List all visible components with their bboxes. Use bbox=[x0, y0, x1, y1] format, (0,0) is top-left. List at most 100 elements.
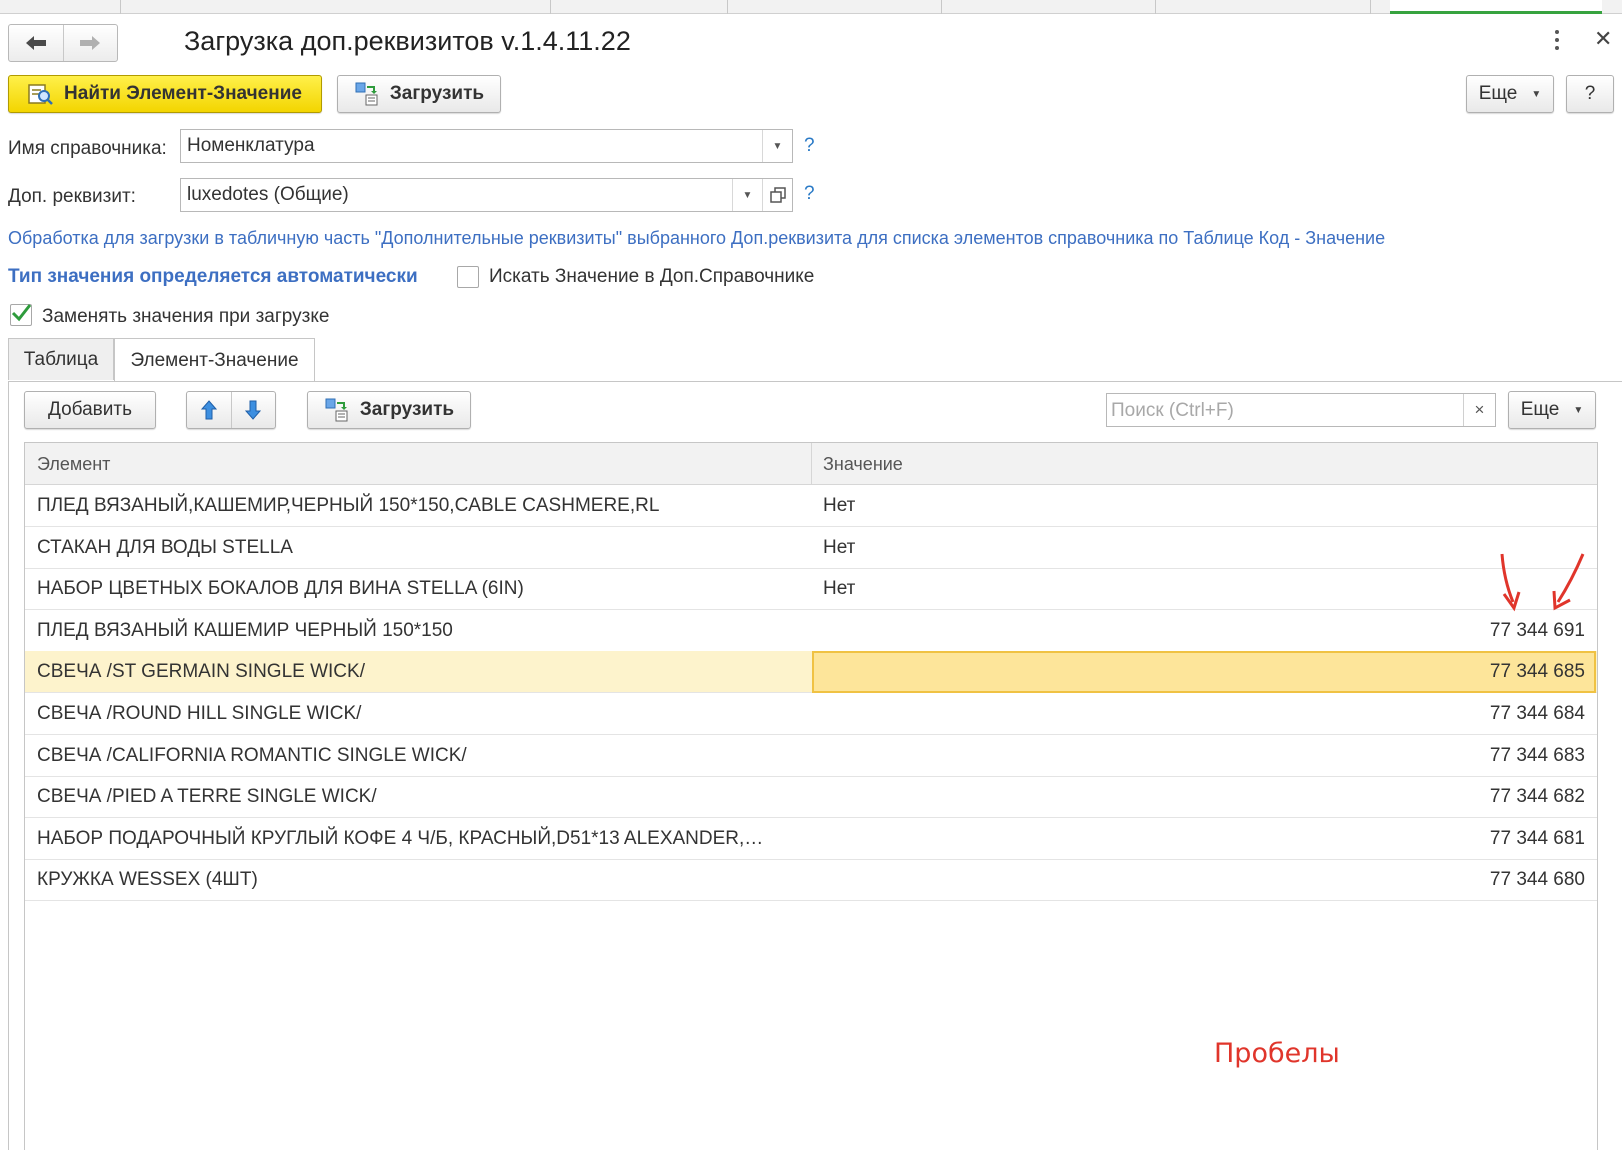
tab-separator bbox=[1155, 0, 1156, 14]
panel-more-label: Еще bbox=[1520, 399, 1560, 420]
catalog-field[interactable]: Номенклатура ▼ bbox=[180, 129, 793, 163]
kebab-menu-icon[interactable] bbox=[1552, 30, 1562, 54]
search-input[interactable]: Поиск (Ctrl+F) bbox=[1107, 394, 1463, 426]
cell-value[interactable]: 77 344 682 bbox=[823, 776, 1585, 818]
window-title: Загрузка доп.реквизитов v.1.4.11.22 bbox=[184, 26, 631, 56]
window-tab-strip bbox=[0, 0, 1622, 14]
help-label: ? bbox=[1584, 83, 1596, 104]
load-icon bbox=[325, 398, 348, 422]
cell-element[interactable]: СВЕЧА /CALIFORNIA ROMANTIC SINGLE WICK/ bbox=[37, 735, 807, 777]
annotation-note: Пробелы bbox=[1214, 1038, 1340, 1069]
cell-element[interactable]: НАБОР ПОДАРОЧНЫЙ КРУГЛЫЙ КОФЕ 4 Ч/Б, КРА… bbox=[37, 818, 807, 860]
annotation-arrow-icon bbox=[1552, 553, 1585, 611]
panel-load-button[interactable]: Загрузить bbox=[307, 391, 471, 429]
cell-element[interactable]: СТАКАН ДЛЯ ВОДЫ STELLA bbox=[37, 527, 807, 569]
history-nav bbox=[8, 24, 118, 62]
add-button[interactable]: Добавить bbox=[24, 391, 156, 429]
attr-help-link[interactable]: ? bbox=[804, 183, 815, 205]
catalog-value[interactable]: Номенклатура bbox=[181, 130, 762, 162]
tab-table[interactable]: Таблица bbox=[8, 338, 114, 380]
close-icon[interactable]: ✕ bbox=[1594, 26, 1612, 52]
window-tab-active[interactable] bbox=[1390, 0, 1602, 14]
catalog-help-link[interactable]: ? bbox=[804, 135, 815, 157]
cell-element[interactable]: СВЕЧА /PIED A TERRE SINGLE WICK/ bbox=[37, 776, 807, 818]
tab-separator bbox=[120, 0, 121, 14]
help-button[interactable]: ? bbox=[1566, 75, 1614, 113]
cell-value[interactable]: 77 344 681 bbox=[823, 818, 1585, 860]
cell-element[interactable]: ПЛЕД ВЯЗАНЫЙ КАШЕМИР ЧЕРНЫЙ 150*150 bbox=[37, 610, 807, 652]
tab-separator bbox=[727, 0, 728, 14]
load-label: Загрузить bbox=[389, 83, 485, 104]
add-label: Добавить bbox=[48, 399, 132, 420]
search-field[interactable]: Поиск (Ctrl+F) × bbox=[1106, 393, 1496, 427]
chevron-down-icon: ▼ bbox=[1573, 404, 1584, 416]
search-in-catalog-label: Искать Значение в Доп.Справочнике bbox=[489, 266, 815, 287]
annotation-arrows bbox=[1500, 553, 1585, 612]
move-up-button[interactable] bbox=[187, 392, 231, 428]
search-in-catalog-checkbox[interactable] bbox=[457, 266, 479, 288]
table-row[interactable]: СВЕЧА /CALIFORNIA ROMANTIC SINGLE WICK/7… bbox=[25, 735, 1597, 777]
annotation-arrow-icon bbox=[1500, 553, 1521, 612]
load-button[interactable]: Загрузить bbox=[337, 75, 501, 113]
cell-value[interactable]: Нет bbox=[823, 568, 1583, 610]
arrow-right-icon bbox=[80, 36, 101, 50]
load-icon bbox=[355, 82, 378, 106]
cell-element[interactable]: ПЛЕД ВЯЗАНЫЙ,КАШЕМИР,ЧЕРНЫЙ 150*150,CABL… bbox=[37, 485, 807, 527]
chevron-down-icon[interactable]: ▼ bbox=[762, 130, 792, 162]
cell-element[interactable]: СВЕЧА /ROUND HILL SINGLE WICK/ bbox=[37, 693, 807, 735]
column-header-element[interactable]: Элемент bbox=[25, 443, 110, 485]
cell-value[interactable]: 77 344 691 bbox=[823, 610, 1585, 652]
table-row[interactable]: СТАКАН ДЛЯ ВОДЫ STELLA Нет bbox=[25, 527, 1597, 569]
tab-element-value[interactable]: Элемент-Значение bbox=[114, 338, 315, 382]
tab-separator bbox=[941, 0, 942, 14]
open-icon[interactable] bbox=[762, 179, 792, 211]
find-element-value-button[interactable]: Найти Элемент-Значение bbox=[8, 75, 322, 113]
cell-value[interactable]: Нет bbox=[823, 527, 1583, 569]
cell-value[interactable]: 77 344 684 bbox=[823, 693, 1585, 735]
find-icon bbox=[28, 84, 53, 105]
tab-separator bbox=[1370, 0, 1371, 14]
cell-element[interactable]: КРУЖКА WESSEX (4ШТ) bbox=[37, 859, 807, 901]
replace-values-label: Заменять значения при загрузке bbox=[42, 306, 330, 327]
checkmark-icon bbox=[11, 304, 32, 322]
table-row[interactable]: ПЛЕД ВЯЗАНЫЙ,КАШЕМИР,ЧЕРНЫЙ 150*150,CABL… bbox=[25, 485, 1597, 527]
table-header: Элемент Значение bbox=[25, 443, 1597, 485]
attr-label: Доп. реквизит: bbox=[8, 186, 136, 207]
move-buttons bbox=[186, 391, 276, 429]
table-row[interactable]: ПЛЕД ВЯЗАНЫЙ КАШЕМИР ЧЕРНЫЙ 150*150 77 34… bbox=[25, 610, 1597, 652]
arrow-left-icon bbox=[25, 36, 46, 50]
table-row[interactable]: НАБОР ЦВЕТНЫХ БОКАЛОВ ДЛЯ ВИНА STELLA (6… bbox=[25, 568, 1597, 611]
panel-load-label: Загрузить bbox=[359, 399, 455, 420]
catalog-label: Имя справочника: bbox=[8, 138, 167, 159]
find-element-value-label: Найти Элемент-Значение bbox=[64, 83, 302, 104]
attr-value[interactable]: luxedotes (Общие) bbox=[181, 179, 732, 211]
more-button[interactable]: Еще ▼ bbox=[1466, 75, 1554, 113]
cell-value[interactable]: 77 344 680 bbox=[823, 859, 1585, 901]
cell-value[interactable]: 77 344 685 bbox=[823, 651, 1585, 693]
column-header-value[interactable]: Значение bbox=[811, 443, 903, 485]
move-down-button[interactable] bbox=[230, 392, 276, 428]
table-row[interactable]: СВЕЧА /ST GERMAIN SINGLE WICK/77 344 685 bbox=[25, 651, 1597, 694]
arrow-down-icon bbox=[245, 400, 262, 420]
cell-value[interactable]: Нет bbox=[823, 485, 1583, 527]
clear-icon[interactable]: × bbox=[1463, 394, 1495, 426]
attr-field[interactable]: luxedotes (Общие) ▼ bbox=[180, 178, 793, 212]
chevron-down-icon: ▼ bbox=[1531, 88, 1542, 100]
forward-button[interactable] bbox=[62, 25, 118, 61]
table-row[interactable]: СВЕЧА /ROUND HILL SINGLE WICK/77 344 684 bbox=[25, 693, 1597, 735]
panel-more-button[interactable]: Еще ▼ bbox=[1508, 391, 1596, 429]
cell-element[interactable]: СВЕЧА /ST GERMAIN SINGLE WICK/ bbox=[37, 651, 807, 693]
table-row[interactable]: КРУЖКА WESSEX (4ШТ) 77 344 680 bbox=[25, 859, 1597, 902]
chevron-down-icon[interactable]: ▼ bbox=[732, 179, 762, 211]
arrow-up-icon bbox=[200, 400, 217, 420]
back-button[interactable] bbox=[9, 25, 63, 61]
cell-element[interactable]: НАБОР ЦВЕТНЫХ БОКАЛОВ ДЛЯ ВИНА STELLA (6… bbox=[37, 568, 807, 610]
info-text: Обработка для загрузки в табличную часть… bbox=[8, 228, 1386, 248]
cell-value[interactable]: 77 344 683 bbox=[823, 735, 1585, 777]
more-label: Еще bbox=[1478, 83, 1518, 104]
auto-type-text: Тип значения определяется автоматически bbox=[8, 266, 418, 287]
table-row[interactable]: НАБОР ПОДАРОЧНЫЙ КРУГЛЫЙ КОФЕ 4 Ч/Б, КРА… bbox=[25, 818, 1597, 860]
table-row[interactable]: СВЕЧА /PIED A TERRE SINGLE WICK/77 344 6… bbox=[25, 776, 1597, 819]
replace-values-checkbox[interactable] bbox=[10, 304, 32, 326]
tab-separator bbox=[550, 0, 551, 14]
